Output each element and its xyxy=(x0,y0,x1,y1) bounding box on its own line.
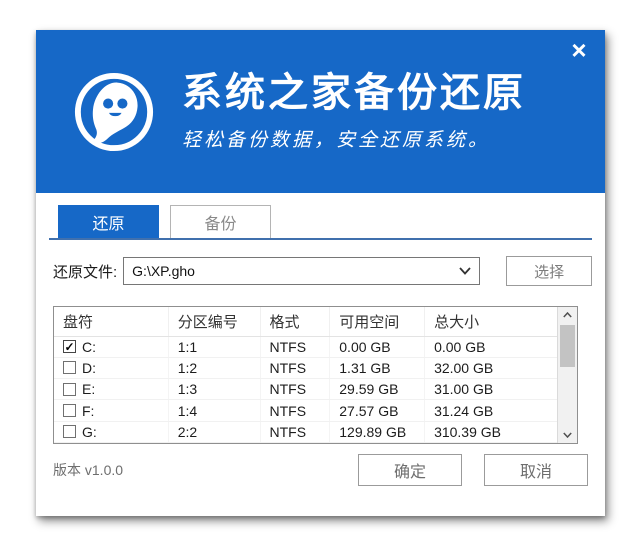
total-size-cell: 0.00 GB xyxy=(425,336,557,357)
partition-cell: 1:4 xyxy=(168,400,260,421)
app-subtitle: 轻松备份数据，安全还原系统。 xyxy=(182,125,526,152)
free-space-cell: 129.89 GB xyxy=(330,421,425,442)
table-row[interactable]: D: 1:2NTFS1.31 GB32.00 GB xyxy=(54,357,557,378)
scrollbar-down-icon[interactable] xyxy=(558,427,577,443)
partition-cell: 2:2 xyxy=(168,421,260,442)
ok-button[interactable]: 确定 xyxy=(358,454,462,486)
content-area: 还原 备份 还原文件: G:\XP.gho 选择 盘符分区编号格式可用空间总大小 xyxy=(36,193,605,486)
ghost-logo-icon xyxy=(72,70,156,154)
app-title: 系统之家备份还原 xyxy=(182,71,526,115)
table-row[interactable]: G: 2:2NTFS129.89 GB310.39 GB xyxy=(54,421,557,442)
tab-underline xyxy=(49,238,592,240)
partition-table: 盘符分区编号格式可用空间总大小 ✓C:1:1NTFS0.00 GB0.00 GB… xyxy=(53,306,578,444)
free-space-cell: 29.59 GB xyxy=(330,379,425,400)
cancel-button[interactable]: 取消 xyxy=(484,454,588,486)
table-header-row: 盘符分区编号格式可用空间总大小 xyxy=(54,307,557,336)
format-cell: NTFS xyxy=(260,400,330,421)
close-icon[interactable]: × xyxy=(565,36,593,64)
column-header-3[interactable]: 可用空间 xyxy=(330,307,425,336)
version-label: 版本 v1.0.0 xyxy=(53,460,123,480)
app-window: × 系统之家备份还原 轻松备份数据，安全还原系统。 还原 备份 还原文件: xyxy=(36,30,605,516)
format-cell: NTFS xyxy=(260,379,330,400)
brand-text: 系统之家备份还原 轻松备份数据，安全还原系统。 xyxy=(182,71,526,152)
column-header-0[interactable]: 盘符 xyxy=(54,307,168,336)
drive-cell: D: xyxy=(63,360,168,376)
partition-cell: 1:3 xyxy=(168,379,260,400)
app-header: × 系统之家备份还原 轻松备份数据，安全还原系统。 xyxy=(36,30,605,193)
drive-letter: C: xyxy=(82,339,96,355)
drive-cell: G: xyxy=(63,424,168,440)
column-header-2[interactable]: 格式 xyxy=(260,307,330,336)
restore-file-label: 还原文件: xyxy=(53,261,117,282)
total-size-cell: 31.24 GB xyxy=(425,400,557,421)
tab-backup[interactable]: 备份 xyxy=(170,205,271,238)
column-header-1[interactable]: 分区编号 xyxy=(168,307,260,336)
drive-letter: E: xyxy=(82,381,95,397)
drive-checkbox[interactable] xyxy=(63,383,76,396)
chevron-down-icon[interactable] xyxy=(459,267,471,275)
drive-checkbox[interactable]: ✓ xyxy=(63,340,76,353)
table-row[interactable]: ✓C:1:1NTFS0.00 GB0.00 GB xyxy=(54,336,557,357)
page-background: × 系统之家备份还原 轻松备份数据，安全还原系统。 还原 备份 还原文件: xyxy=(0,0,640,545)
total-size-cell: 32.00 GB xyxy=(425,357,557,378)
drive-checkbox[interactable] xyxy=(63,361,76,374)
total-size-cell: 31.00 GB xyxy=(425,379,557,400)
free-space-cell: 27.57 GB xyxy=(330,400,425,421)
partition-cell: 1:1 xyxy=(168,336,260,357)
scrollbar-thumb[interactable] xyxy=(560,325,575,367)
partition-cell: 1:2 xyxy=(168,357,260,378)
drive-checkbox[interactable] xyxy=(63,425,76,438)
footer: 版本 v1.0.0 确定 取消 xyxy=(49,454,592,486)
column-header-4[interactable]: 总大小 xyxy=(425,307,557,336)
scrollbar-up-icon[interactable] xyxy=(558,307,577,323)
restore-file-combobox[interactable]: G:\XP.gho xyxy=(123,257,480,285)
drive-letter: G: xyxy=(82,424,97,440)
free-space-cell: 1.31 GB xyxy=(330,357,425,378)
format-cell: NTFS xyxy=(260,421,330,442)
table-row[interactable]: F: 1:4NTFS27.57 GB31.24 GB xyxy=(54,400,557,421)
footer-buttons: 确定 取消 xyxy=(358,454,588,486)
table-row[interactable]: E: 1:3NTFS29.59 GB31.00 GB xyxy=(54,379,557,400)
drive-letter: D: xyxy=(82,360,96,376)
table-scrollbar[interactable] xyxy=(557,307,577,443)
scrollbar-track[interactable] xyxy=(558,323,577,427)
drive-cell: F: xyxy=(63,403,168,419)
drive-cell: ✓ C: xyxy=(63,339,168,355)
free-space-cell: 0.00 GB xyxy=(330,336,425,357)
total-size-cell: 310.39 GB xyxy=(425,421,557,442)
restore-file-row: 还原文件: G:\XP.gho 选择 xyxy=(49,256,592,286)
drive-letter: F: xyxy=(82,403,94,419)
drive-checkbox[interactable] xyxy=(63,404,76,417)
restore-file-value: G:\XP.gho xyxy=(132,263,195,279)
format-cell: NTFS xyxy=(260,357,330,378)
tab-bar: 还原 备份 xyxy=(58,205,592,238)
tab-restore[interactable]: 还原 xyxy=(58,205,159,238)
drive-cell: E: xyxy=(63,381,168,397)
format-cell: NTFS xyxy=(260,336,330,357)
select-button[interactable]: 选择 xyxy=(506,256,592,286)
